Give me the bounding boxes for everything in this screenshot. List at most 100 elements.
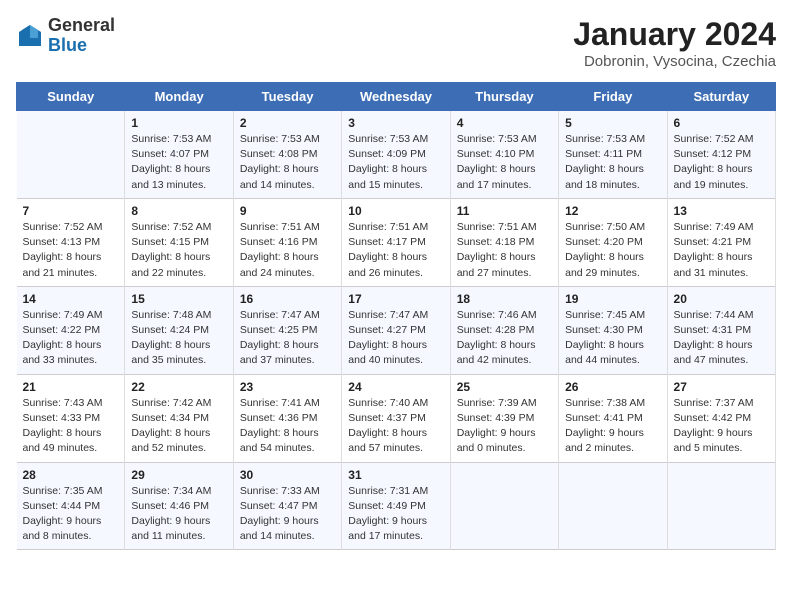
day-info: Sunrise: 7:41 AM Sunset: 4:36 PM Dayligh…	[240, 396, 335, 457]
day-number: 11	[457, 204, 552, 218]
calendar-cell: 20Sunrise: 7:44 AM Sunset: 4:31 PM Dayli…	[667, 286, 775, 374]
day-number: 19	[565, 292, 660, 306]
header-day-thursday: Thursday	[450, 83, 558, 111]
day-info: Sunrise: 7:47 AM Sunset: 4:25 PM Dayligh…	[240, 308, 335, 369]
day-number: 14	[23, 292, 119, 306]
day-info: Sunrise: 7:50 AM Sunset: 4:20 PM Dayligh…	[565, 220, 660, 281]
logo-blue-text: Blue	[48, 35, 87, 55]
calendar-cell: 11 Sunrise: 7:51 AM Sunset: 4:18 PM Dayli…	[450, 198, 558, 286]
day-info: Sunrise: 7:42 AM Sunset: 4:34 PM Dayligh…	[131, 396, 226, 457]
day-number: 21	[23, 380, 119, 394]
day-number: 16	[240, 292, 335, 306]
day-info: Sunrise: 7:49 AM Sunset: 4:22 PM Dayligh…	[23, 308, 119, 369]
calendar-table: SundayMondayTuesdayWednesdayThursdayFrid…	[16, 82, 776, 550]
day-info: Sunrise: 7:53 AM Sunset: 4:11 PM Dayligh…	[565, 132, 660, 193]
day-info: Sunrise: 7:52 AM Sunset: 4:12 PM Dayligh…	[674, 132, 769, 193]
calendar-cell: 9 Sunrise: 7:51 AM Sunset: 4:16 PM Daylig…	[233, 198, 341, 286]
location-text: Dobronin, Vysocina, Czechia	[573, 53, 776, 70]
day-number: 29	[131, 468, 226, 482]
calendar-cell: 6Sunrise: 7:52 AM Sunset: 4:12 PM Daylig…	[667, 111, 775, 199]
day-info: Sunrise: 7:49 AM Sunset: 4:21 PM Dayligh…	[674, 220, 769, 281]
day-number: 4	[457, 116, 552, 130]
day-info: Sunrise: 7:51 AM Sunset: 4:18 PM Dayligh…	[457, 220, 552, 281]
day-info: Sunrise: 7:34 AM Sunset: 4:46 PM Dayligh…	[131, 484, 226, 545]
calendar-cell: 31 Sunrise: 7:31 AM Sunset: 4:49 PM Dayli…	[342, 462, 450, 550]
header-row: SundayMondayTuesdayWednesdayThursdayFrid…	[17, 83, 776, 111]
day-info: Sunrise: 7:38 AM Sunset: 4:41 PM Dayligh…	[565, 396, 660, 457]
day-info: Sunrise: 7:33 AM Sunset: 4:47 PM Dayligh…	[240, 484, 335, 545]
calendar-cell	[559, 462, 667, 550]
calendar-cell: 7 Sunrise: 7:52 AM Sunset: 4:13 PM Daylig…	[17, 198, 125, 286]
day-number: 22	[131, 380, 226, 394]
day-number: 17	[348, 292, 443, 306]
day-info: Sunrise: 7:37 AM Sunset: 4:42 PM Dayligh…	[674, 396, 769, 457]
day-info: Sunrise: 7:31 AM Sunset: 4:49 PM Dayligh…	[348, 484, 443, 545]
day-info: Sunrise: 7:48 AM Sunset: 4:24 PM Dayligh…	[131, 308, 226, 369]
day-number: 26	[565, 380, 660, 394]
calendar-cell: 25Sunrise: 7:39 AM Sunset: 4:39 PM Dayli…	[450, 374, 558, 462]
day-number: 27	[674, 380, 769, 394]
day-number: 12	[565, 204, 660, 218]
day-number: 3	[348, 116, 443, 130]
day-number: 25	[457, 380, 552, 394]
calendar-week-3: 14 Sunrise: 7:49 AM Sunset: 4:22 PM Dayli…	[17, 286, 776, 374]
logo: General Blue	[16, 16, 115, 56]
header-day-saturday: Saturday	[667, 83, 775, 111]
day-info: Sunrise: 7:47 AM Sunset: 4:27 PM Dayligh…	[348, 308, 443, 369]
logo-icon	[16, 22, 44, 50]
day-number: 28	[23, 468, 119, 482]
day-number: 5	[565, 116, 660, 130]
calendar-cell: 24Sunrise: 7:40 AM Sunset: 4:37 PM Dayli…	[342, 374, 450, 462]
calendar-cell: 16 Sunrise: 7:47 AM Sunset: 4:25 PM Dayli…	[233, 286, 341, 374]
calendar-cell: 23 Sunrise: 7:41 AM Sunset: 4:36 PM Dayli…	[233, 374, 341, 462]
calendar-cell: 1Sunrise: 7:53 AM Sunset: 4:07 PM Daylig…	[125, 111, 233, 199]
calendar-cell: 22 Sunrise: 7:42 AM Sunset: 4:34 PM Dayli…	[125, 374, 233, 462]
day-number: 7	[23, 204, 119, 218]
day-info: Sunrise: 7:51 AM Sunset: 4:16 PM Dayligh…	[240, 220, 335, 281]
day-info: Sunrise: 7:53 AM Sunset: 4:08 PM Dayligh…	[240, 132, 335, 193]
day-number: 31	[348, 468, 443, 482]
day-info: Sunrise: 7:53 AM Sunset: 4:10 PM Dayligh…	[457, 132, 552, 193]
calendar-week-4: 21 Sunrise: 7:43 AM Sunset: 4:33 PM Dayli…	[17, 374, 776, 462]
calendar-cell: 19 Sunrise: 7:45 AM Sunset: 4:30 PM Dayli…	[559, 286, 667, 374]
day-info: Sunrise: 7:45 AM Sunset: 4:30 PM Dayligh…	[565, 308, 660, 369]
day-number: 1	[131, 116, 226, 130]
day-info: Sunrise: 7:52 AM Sunset: 4:15 PM Dayligh…	[131, 220, 226, 281]
calendar-cell: 28 Sunrise: 7:35 AM Sunset: 4:44 PM Dayli…	[17, 462, 125, 550]
calendar-cell	[17, 111, 125, 199]
day-number: 9	[240, 204, 335, 218]
calendar-cell: 8 Sunrise: 7:52 AM Sunset: 4:15 PM Daylig…	[125, 198, 233, 286]
day-number: 15	[131, 292, 226, 306]
calendar-cell: 5 Sunrise: 7:53 AM Sunset: 4:11 PM Daylig…	[559, 111, 667, 199]
day-number: 18	[457, 292, 552, 306]
month-title: January 2024	[573, 16, 776, 53]
day-number: 13	[674, 204, 769, 218]
calendar-header: SundayMondayTuesdayWednesdayThursdayFrid…	[17, 83, 776, 111]
day-info: Sunrise: 7:51 AM Sunset: 4:17 PM Dayligh…	[348, 220, 443, 281]
day-number: 8	[131, 204, 226, 218]
header-day-tuesday: Tuesday	[233, 83, 341, 111]
calendar-cell: 14 Sunrise: 7:49 AM Sunset: 4:22 PM Dayli…	[17, 286, 125, 374]
calendar-week-2: 7 Sunrise: 7:52 AM Sunset: 4:13 PM Daylig…	[17, 198, 776, 286]
day-number: 2	[240, 116, 335, 130]
day-info: Sunrise: 7:35 AM Sunset: 4:44 PM Dayligh…	[23, 484, 119, 545]
calendar-cell: 15 Sunrise: 7:48 AM Sunset: 4:24 PM Dayli…	[125, 286, 233, 374]
day-info: Sunrise: 7:40 AM Sunset: 4:37 PM Dayligh…	[348, 396, 443, 457]
day-info: Sunrise: 7:43 AM Sunset: 4:33 PM Dayligh…	[23, 396, 119, 457]
day-number: 23	[240, 380, 335, 394]
calendar-cell: 29 Sunrise: 7:34 AM Sunset: 4:46 PM Dayli…	[125, 462, 233, 550]
calendar-cell	[667, 462, 775, 550]
day-info: Sunrise: 7:52 AM Sunset: 4:13 PM Dayligh…	[23, 220, 119, 281]
logo-general-text: General	[48, 15, 115, 35]
calendar-week-1: 1Sunrise: 7:53 AM Sunset: 4:07 PM Daylig…	[17, 111, 776, 199]
calendar-cell: 3Sunrise: 7:53 AM Sunset: 4:09 PM Daylig…	[342, 111, 450, 199]
calendar-cell: 17 Sunrise: 7:47 AM Sunset: 4:27 PM Dayli…	[342, 286, 450, 374]
calendar-body: 1Sunrise: 7:53 AM Sunset: 4:07 PM Daylig…	[17, 111, 776, 550]
logo-text: General Blue	[48, 16, 115, 56]
calendar-cell: 10Sunrise: 7:51 AM Sunset: 4:17 PM Dayli…	[342, 198, 450, 286]
day-info: Sunrise: 7:46 AM Sunset: 4:28 PM Dayligh…	[457, 308, 552, 369]
calendar-cell: 2 Sunrise: 7:53 AM Sunset: 4:08 PM Daylig…	[233, 111, 341, 199]
calendar-cell: 21 Sunrise: 7:43 AM Sunset: 4:33 PM Dayli…	[17, 374, 125, 462]
calendar-week-5: 28 Sunrise: 7:35 AM Sunset: 4:44 PM Dayli…	[17, 462, 776, 550]
day-number: 30	[240, 468, 335, 482]
